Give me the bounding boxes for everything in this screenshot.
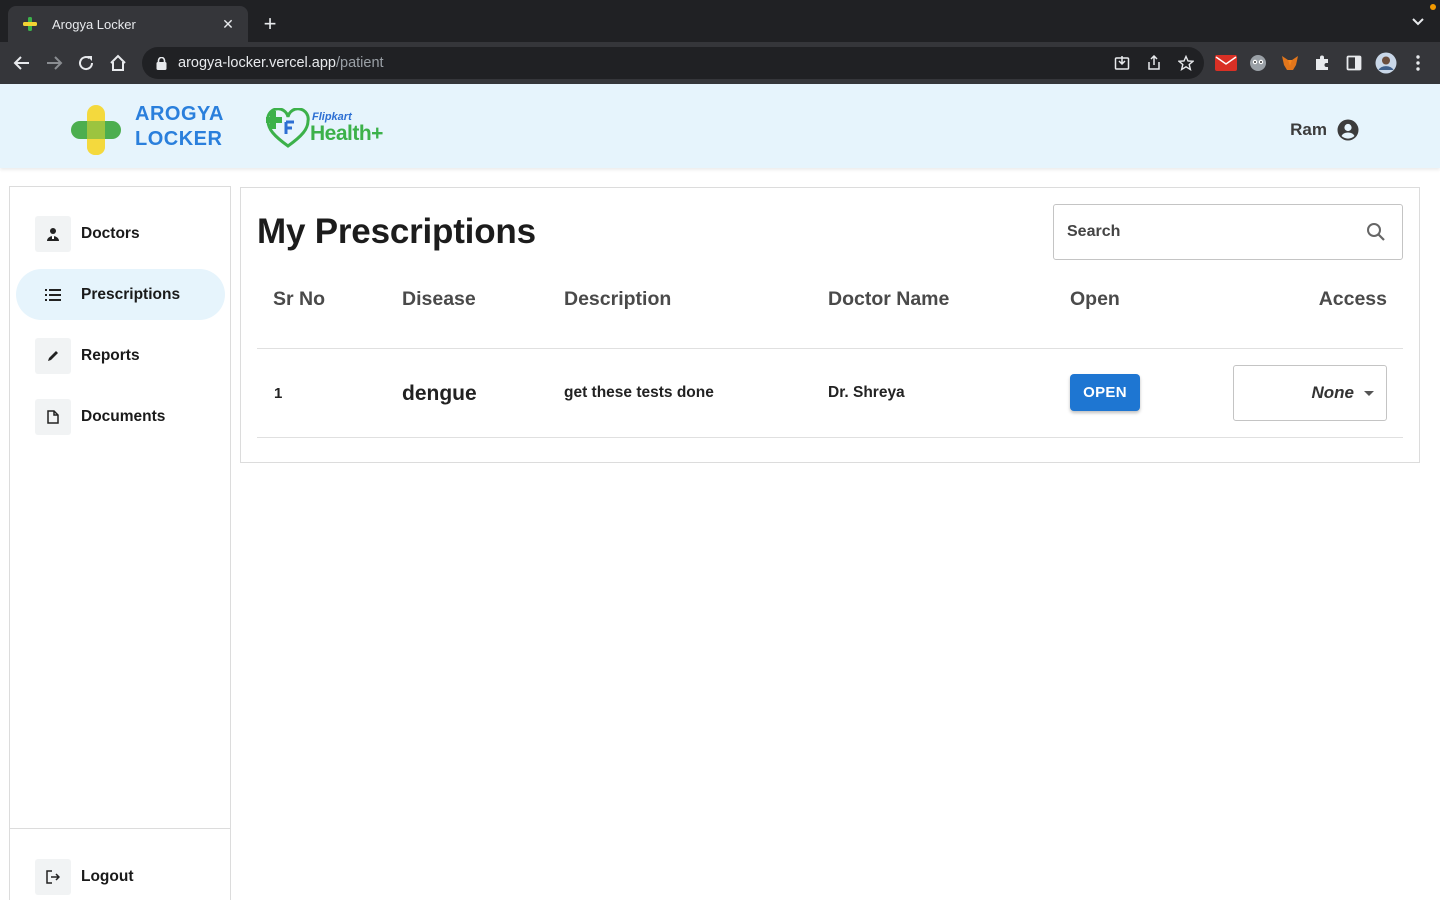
caret-down-icon — [1364, 390, 1374, 396]
extensions-puzzle-icon[interactable] — [1310, 51, 1334, 75]
reload-icon[interactable] — [74, 51, 98, 75]
account-circle-icon[interactable] — [1337, 119, 1359, 141]
favicon-icon — [22, 16, 38, 32]
logo-wordmark[interactable]: AROGYA LOCKER — [135, 102, 224, 152]
pencil-icon — [35, 337, 71, 374]
profile-avatar-icon[interactable] — [1374, 51, 1398, 75]
browser-tabstrip: Arogya Locker ✕ + — [0, 0, 1440, 42]
sidebar: Doctors Prescriptions Reports Documents … — [9, 186, 231, 900]
logo-line2: LOCKER — [135, 128, 223, 150]
new-tab-icon[interactable]: + — [258, 12, 282, 36]
address-bar[interactable]: arogya-locker.vercel.app/patient — [142, 47, 1204, 79]
gmail-extension-icon[interactable] — [1214, 51, 1238, 75]
url-host: arogya-locker.vercel.app — [178, 55, 336, 71]
home-icon[interactable] — [106, 51, 130, 75]
flipkart-health-heart-icon — [266, 108, 310, 148]
bookmark-star-icon[interactable] — [1178, 55, 1194, 71]
cell-sr-no: 1 — [274, 385, 283, 402]
logout-label: Logout — [81, 867, 134, 885]
forward-icon[interactable] — [42, 51, 66, 75]
header-divider — [257, 348, 1403, 349]
cell-doctor-name: Dr. Shreya — [828, 384, 905, 401]
sidebar-item-doctors[interactable]: Doctors — [16, 208, 225, 259]
sidebar-item-label: Prescriptions — [81, 285, 181, 303]
app-header: AROGYA LOCKER Flipkart Health+ Ram — [0, 84, 1440, 168]
sidebar-item-label: Doctors — [81, 224, 140, 242]
search-icon[interactable] — [1364, 220, 1388, 244]
open-prescription-button[interactable]: OPEN — [1070, 374, 1140, 411]
cell-description: get these tests done — [564, 384, 714, 401]
share-icon[interactable] — [1146, 55, 1162, 71]
sidebar-item-documents[interactable]: Documents — [16, 391, 225, 442]
tab-search-chevron-icon[interactable] — [1410, 14, 1426, 30]
arogya-logo-icon[interactable] — [70, 104, 122, 156]
browser-tab[interactable]: Arogya Locker ✕ — [8, 6, 248, 42]
sidebar-item-prescriptions[interactable]: Prescriptions — [16, 269, 225, 320]
row-divider — [257, 437, 1403, 438]
search-input[interactable] — [1067, 223, 1364, 241]
column-header-access: Access — [1318, 288, 1387, 310]
logout-button[interactable]: Logout — [16, 851, 225, 900]
prescriptions-card: My Prescriptions Sr No Disease Descripti… — [240, 187, 1420, 463]
browser-menu-icon[interactable] — [1406, 51, 1430, 75]
metamask-fox-icon[interactable] — [1278, 51, 1302, 75]
lock-icon[interactable] — [154, 56, 168, 70]
close-tab-icon[interactable]: ✕ — [220, 16, 236, 33]
column-header-description: Description — [564, 288, 672, 310]
sidebar-divider — [10, 828, 230, 829]
back-icon[interactable] — [10, 51, 34, 75]
tab-title: Arogya Locker — [52, 16, 136, 32]
user-menu[interactable]: Ram — [1290, 119, 1359, 141]
url-path: /patient — [335, 55, 384, 71]
document-icon — [35, 398, 71, 435]
list-icon — [35, 277, 71, 313]
access-select[interactable]: None — [1233, 365, 1387, 421]
logout-icon — [35, 858, 71, 895]
notification-dot — [1430, 4, 1436, 10]
doctor-icon — [35, 215, 71, 252]
user-name: Ram — [1290, 120, 1327, 139]
sidebar-item-reports[interactable]: Reports — [16, 330, 225, 381]
flipkart-health-logo: Flipkart Health+ — [266, 108, 396, 148]
page-title: My Prescriptions — [257, 212, 536, 251]
logo-line1: AROGYA — [135, 103, 224, 125]
column-header-disease: Disease — [402, 288, 476, 310]
sidebar-item-label: Reports — [81, 346, 140, 364]
column-header-open: Open — [1070, 288, 1120, 310]
search-field[interactable] — [1053, 204, 1403, 260]
install-app-icon[interactable] — [1114, 55, 1130, 71]
column-header-sr-no: Sr No — [273, 288, 326, 310]
browser-toolbar: arogya-locker.vercel.app/patient 19795 — [0, 42, 1440, 119]
sidebar-item-label: Documents — [81, 407, 166, 425]
cell-disease: dengue — [402, 382, 477, 405]
column-header-doctor-name: Doctor Name — [828, 288, 950, 310]
side-panel-icon[interactable] — [1342, 51, 1366, 75]
extension-face-icon[interactable] — [1246, 51, 1270, 75]
health-plus-label: Health+ — [310, 122, 383, 145]
access-selected-value: None — [1311, 383, 1355, 402]
